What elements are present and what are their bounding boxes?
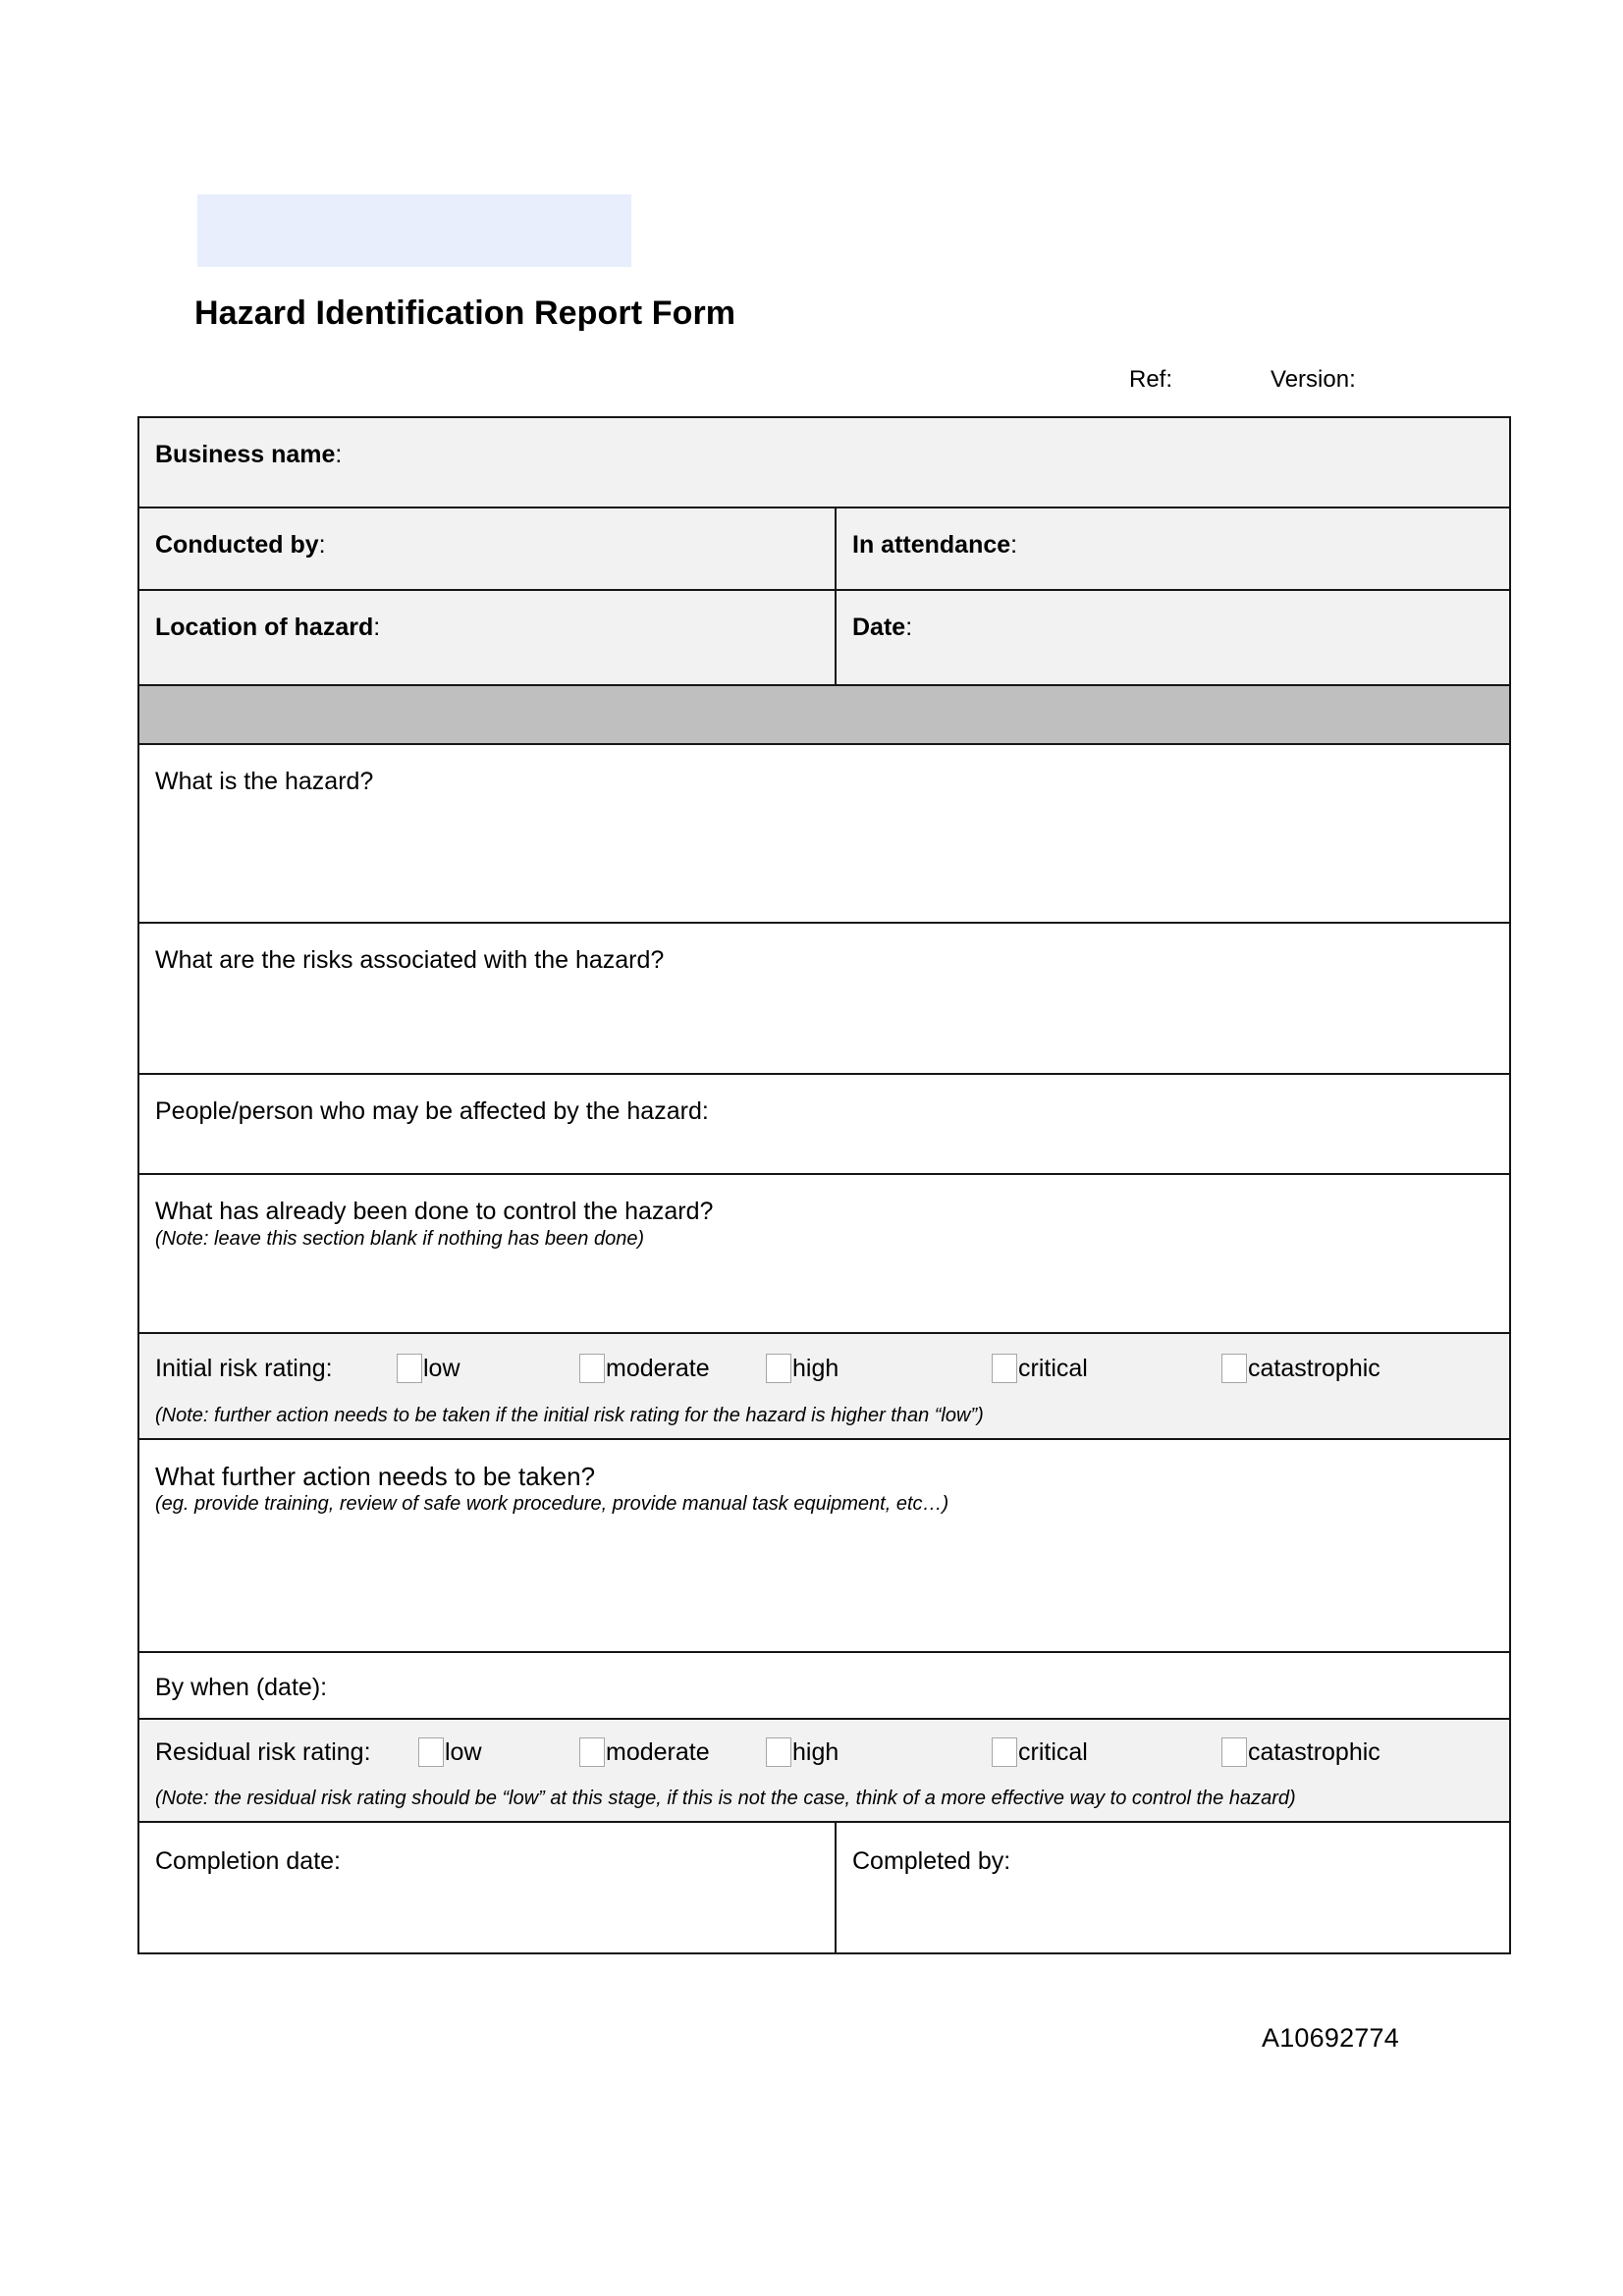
table-row-people-affected: People/person who may be affected by the… <box>137 1073 1511 1175</box>
completed-by-label: Completed by: <box>852 1847 1011 1875</box>
cell-risks-associated[interactable]: What are the risks associated with the h… <box>137 922 1511 1075</box>
date-label: Date <box>852 614 906 641</box>
residual-risk-note: (Note: the residual risk rating should b… <box>155 1788 1296 1809</box>
hazard-form-table: Business name: Conducted by: In attendan… <box>137 416 1511 1954</box>
table-row-hazard-question: What is the hazard? <box>137 743 1511 924</box>
residual-risk-rating-label: Residual risk rating: <box>155 1737 371 1766</box>
by-when-label: By when (date): <box>155 1673 328 1701</box>
table-row-business-name: Business name: <box>137 416 1511 508</box>
cell-further-action[interactable]: What further action needs to be taken? (… <box>137 1437 1511 1653</box>
initial-risk-option-moderate[interactable]: moderate <box>579 1354 766 1384</box>
conducted-by-label: Conducted by <box>155 531 319 559</box>
initial-risk-note: (Note: further action needs to be taken … <box>155 1404 984 1426</box>
checkbox-residual-critical[interactable] <box>992 1736 1017 1767</box>
checkbox-initial-moderate[interactable] <box>579 1354 605 1384</box>
cell-already-done[interactable]: What has already been done to control th… <box>137 1173 1511 1334</box>
cell-by-when[interactable]: By when (date): <box>137 1650 1511 1720</box>
checkbox-initial-low[interactable] <box>397 1354 422 1384</box>
residual-low-label: low <box>445 1737 482 1766</box>
initial-risk-rating-row: Initial risk rating: low moderate high c… <box>155 1354 1493 1384</box>
residual-risk-option-high[interactable]: high <box>766 1736 992 1768</box>
table-row-residual-risk-note: (Note: the residual risk rating should b… <box>137 1773 1511 1823</box>
document-code: A10692774 <box>1262 2023 1399 2053</box>
completion-date-label: Completion date: <box>155 1847 342 1875</box>
cell-initial-risk-rating: Initial risk rating: low moderate high c… <box>137 1332 1511 1390</box>
initial-critical-label: critical <box>1018 1355 1088 1382</box>
initial-risk-option-high[interactable]: high <box>766 1354 992 1384</box>
ref-version-line: Ref: Version: <box>1129 366 1356 394</box>
residual-moderate-label: moderate <box>606 1737 710 1766</box>
initial-risk-option-critical[interactable]: critical <box>992 1354 1221 1384</box>
table-row-completion: Completion date: Completed by: <box>137 1821 1511 1954</box>
business-name-label: Business name <box>155 441 336 468</box>
document-page: Hazard Identification Report Form Ref: Ve… <box>0 0 1623 2296</box>
initial-risk-option-catastrophic[interactable]: catastrophic <box>1221 1354 1380 1384</box>
residual-risk-option-low[interactable]: low <box>418 1736 579 1768</box>
table-row-initial-risk-rating: Initial risk rating: low moderate high c… <box>137 1332 1511 1390</box>
cell-date[interactable]: Date: <box>835 589 1511 686</box>
cell-residual-risk-rating: Residual risk rating: low moderate high <box>137 1717 1511 1773</box>
cell-residual-risk-note: (Note: the residual risk rating should b… <box>137 1773 1511 1823</box>
cell-completed-by[interactable]: Completed by: <box>835 1821 1511 1954</box>
checkbox-initial-critical[interactable] <box>992 1354 1017 1384</box>
hazard-question-label: What is the hazard? <box>155 768 374 795</box>
residual-risk-option-catastrophic[interactable]: catastrophic <box>1221 1736 1380 1768</box>
residual-high-label: high <box>792 1737 839 1766</box>
table-row-risks-question: What are the risks associated with the h… <box>137 922 1511 1075</box>
checkbox-initial-high[interactable] <box>766 1354 791 1384</box>
ref-label: Ref: <box>1129 366 1173 393</box>
cell-in-attendance[interactable]: In attendance: <box>835 507 1511 591</box>
further-action-note: (eg. provide training, review of safe wo… <box>155 1493 949 1516</box>
checkbox-residual-low[interactable] <box>418 1736 444 1767</box>
people-affected-label: People/person who may be affected by the… <box>155 1097 709 1125</box>
cell-what-is-the-hazard[interactable]: What is the hazard? <box>137 743 1511 924</box>
residual-risk-option-moderate[interactable]: moderate <box>579 1736 766 1768</box>
section-separator-band <box>137 684 1511 745</box>
cell-location-of-hazard[interactable]: Location of hazard: <box>137 589 837 686</box>
cell-completion-date[interactable]: Completion date: <box>137 1821 837 1954</box>
residual-catastrophic-label: catastrophic <box>1248 1737 1380 1766</box>
residual-risk-rating-row: Residual risk rating: low moderate high <box>155 1736 1493 1768</box>
further-action-question-label: What further action needs to be taken? <box>155 1461 596 1491</box>
initial-risk-rating-label: Initial risk rating: <box>155 1355 333 1382</box>
already-done-question-label: What has already been done to control th… <box>155 1198 714 1225</box>
table-row-residual-risk-rating: Residual risk rating: low moderate high <box>137 1717 1511 1773</box>
table-row-conducted-attendance: Conducted by: In attendance: <box>137 507 1511 591</box>
table-row-already-done: What has already been done to control th… <box>137 1173 1511 1334</box>
table-row-initial-risk-note: (Note: further action needs to be taken … <box>137 1389 1511 1440</box>
logo-placeholder <box>197 194 631 267</box>
cell-people-affected[interactable]: People/person who may be affected by the… <box>137 1073 1511 1175</box>
initial-catastrophic-label: catastrophic <box>1248 1355 1380 1382</box>
conducted-by-colon: : <box>318 531 326 559</box>
in-attendance-label: In attendance <box>852 531 1011 559</box>
checkbox-initial-catastrophic[interactable] <box>1221 1354 1247 1384</box>
table-row-further-action: What further action needs to be taken? (… <box>137 1437 1511 1653</box>
table-row-by-when: By when (date): <box>137 1650 1511 1720</box>
initial-low-label: low <box>423 1355 460 1382</box>
risks-question-label: What are the risks associated with the h… <box>155 946 665 974</box>
cell-initial-risk-note: (Note: further action needs to be taken … <box>137 1389 1511 1440</box>
location-of-hazard-label: Location of hazard <box>155 614 374 641</box>
table-row-gray-band <box>137 684 1511 745</box>
residual-critical-label: critical <box>1018 1737 1088 1766</box>
date-colon: : <box>905 614 913 641</box>
already-done-note: (Note: leave this section blank if nothi… <box>155 1227 645 1250</box>
location-colon: : <box>373 614 381 641</box>
page-title: Hazard Identification Report Form <box>194 294 736 332</box>
table-row-location-date: Location of hazard: Date: <box>137 589 1511 686</box>
business-name-colon: : <box>335 441 343 468</box>
cell-conducted-by[interactable]: Conducted by: <box>137 507 837 591</box>
initial-risk-option-low[interactable]: low <box>397 1354 579 1384</box>
initial-moderate-label: moderate <box>606 1355 710 1382</box>
checkbox-residual-moderate[interactable] <box>579 1736 605 1767</box>
checkbox-residual-high[interactable] <box>766 1736 791 1767</box>
in-attendance-colon: : <box>1010 531 1018 559</box>
residual-risk-option-critical[interactable]: critical <box>992 1736 1221 1768</box>
cell-business-name[interactable]: Business name: <box>137 416 1511 508</box>
version-label: Version: <box>1271 366 1356 393</box>
initial-high-label: high <box>792 1355 839 1382</box>
checkbox-residual-catastrophic[interactable] <box>1221 1736 1247 1767</box>
